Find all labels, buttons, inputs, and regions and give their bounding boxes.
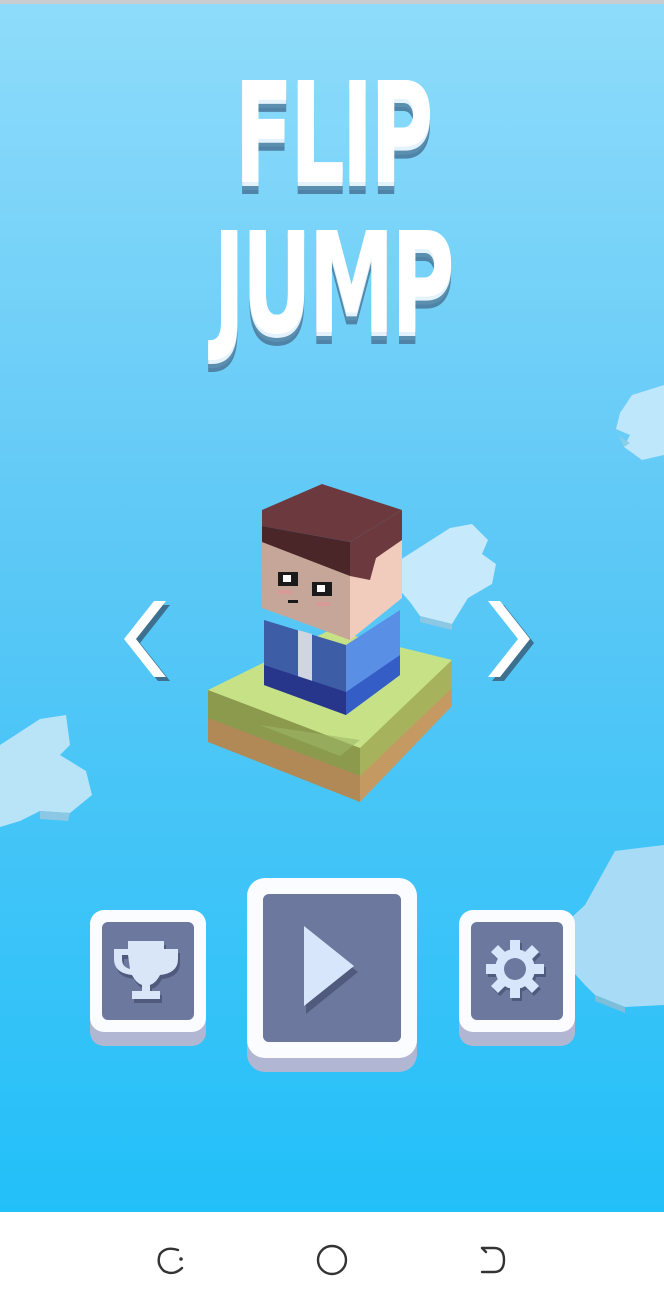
play-button[interactable]	[247, 878, 417, 1058]
home-icon	[316, 1244, 348, 1276]
settings-button-face	[471, 922, 563, 1020]
back-icon	[480, 1246, 506, 1274]
back-button[interactable]	[472, 1240, 512, 1280]
chevron-right-icon	[488, 601, 534, 681]
character-preview	[208, 484, 452, 802]
leaderboard-button-face	[102, 922, 194, 1020]
trophy-icon	[114, 941, 180, 1003]
next-character-button[interactable]	[480, 595, 540, 695]
recents-icon	[157, 1247, 184, 1275]
play-button-face	[263, 894, 401, 1042]
gear-icon	[486, 940, 546, 1001]
settings-button[interactable]	[459, 910, 575, 1032]
game-screen: FLIP JUMP	[0, 0, 664, 1212]
title-line-flip: FLIP	[234, 53, 433, 216]
title-line-jump: JUMP	[213, 203, 455, 366]
game-title: FLIP JUMP	[0, 60, 664, 360]
cloud	[616, 385, 664, 460]
status-bar-edge	[0, 0, 664, 4]
cloud	[0, 715, 92, 827]
home-button[interactable]	[312, 1240, 352, 1280]
character	[262, 484, 402, 715]
prev-character-button[interactable]	[122, 595, 182, 695]
play-icon	[304, 926, 358, 1014]
chevron-left-icon	[124, 601, 170, 681]
leaderboard-button[interactable]	[90, 910, 206, 1032]
recents-button[interactable]	[152, 1240, 192, 1280]
